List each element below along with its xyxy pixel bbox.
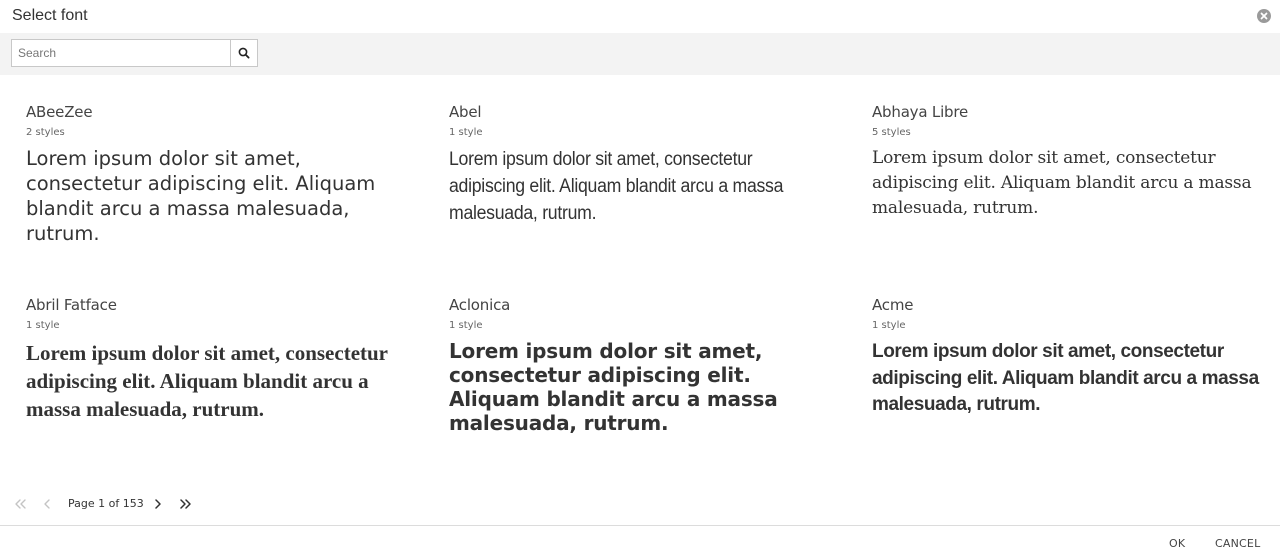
chevron-left-icon [44, 499, 50, 509]
font-style-count: 5 styles [872, 127, 911, 138]
font-sample-text: Lorem ipsum dolor sit amet, consectetur … [872, 148, 1252, 218]
font-card-abeezee[interactable]: ABeeZee 2 styles Lorem ipsum dolor sit a… [26, 103, 426, 246]
font-sample-text: Lorem ipsum dolor sit amet, consectetur … [449, 149, 784, 224]
footer-divider [0, 525, 1280, 526]
double-chevron-right-icon [180, 499, 191, 509]
font-style-count: 1 style [449, 127, 483, 138]
font-card-abel[interactable]: Abel 1 style Lorem ipsum dolor sit amet,… [449, 103, 849, 227]
next-page-button[interactable] [148, 494, 168, 514]
font-style-count: 1 style [449, 320, 483, 331]
font-name: ABeeZee [26, 103, 93, 121]
previous-page-button[interactable] [37, 494, 57, 514]
chevron-right-icon [155, 499, 161, 509]
dialog-title: Select font [12, 7, 88, 24]
font-name: Acme [872, 296, 914, 314]
font-sample-text: Lorem ipsum dolor sit amet, consectetur … [26, 147, 376, 245]
dialog-titlebar: Select font [0, 0, 1280, 33]
font-card-abril-fatface[interactable]: Abril Fatface 1 style Lorem ipsum dolor … [26, 296, 426, 423]
font-style-count: 1 style [872, 320, 906, 331]
search-bar [0, 33, 1280, 75]
font-card-acme[interactable]: Acme 1 style Lorem ipsum dolor sit amet,… [872, 296, 1272, 419]
font-sample-text: Lorem ipsum dolor sit amet, consectetur … [449, 339, 778, 435]
first-page-button[interactable] [11, 494, 31, 514]
font-name: Abel [449, 103, 482, 121]
font-sample-text: Lorem ipsum dolor sit amet, consectetur … [872, 341, 1259, 415]
font-grid: ABeeZee 2 styles Lorem ipsum dolor sit a… [0, 75, 1280, 485]
page-indicator: Page 1 of 153 [68, 497, 144, 510]
last-page-button[interactable] [175, 494, 195, 514]
font-sample-text: Lorem ipsum dolor sit amet, consectetur … [26, 341, 388, 421]
font-name: Aclonica [449, 296, 511, 314]
font-card-abhaya-libre[interactable]: Abhaya Libre 5 styles Lorem ipsum dolor … [872, 103, 1272, 221]
double-chevron-left-icon [15, 499, 26, 509]
font-name: Abril Fatface [26, 296, 117, 314]
font-style-count: 2 styles [26, 127, 65, 138]
font-name: Abhaya Libre [872, 103, 969, 121]
search-icon [238, 47, 250, 59]
cancel-button[interactable]: CANCEL [1215, 537, 1260, 550]
pagination: Page 1 of 153 [0, 490, 600, 518]
font-style-count: 1 style [26, 320, 60, 331]
close-icon[interactable] [1257, 9, 1271, 23]
search-button[interactable] [230, 39, 258, 67]
ok-button[interactable]: OK [1169, 537, 1185, 550]
search-input[interactable] [11, 39, 231, 67]
font-card-aclonica[interactable]: Aclonica 1 style Lorem ipsum dolor sit a… [449, 296, 849, 435]
